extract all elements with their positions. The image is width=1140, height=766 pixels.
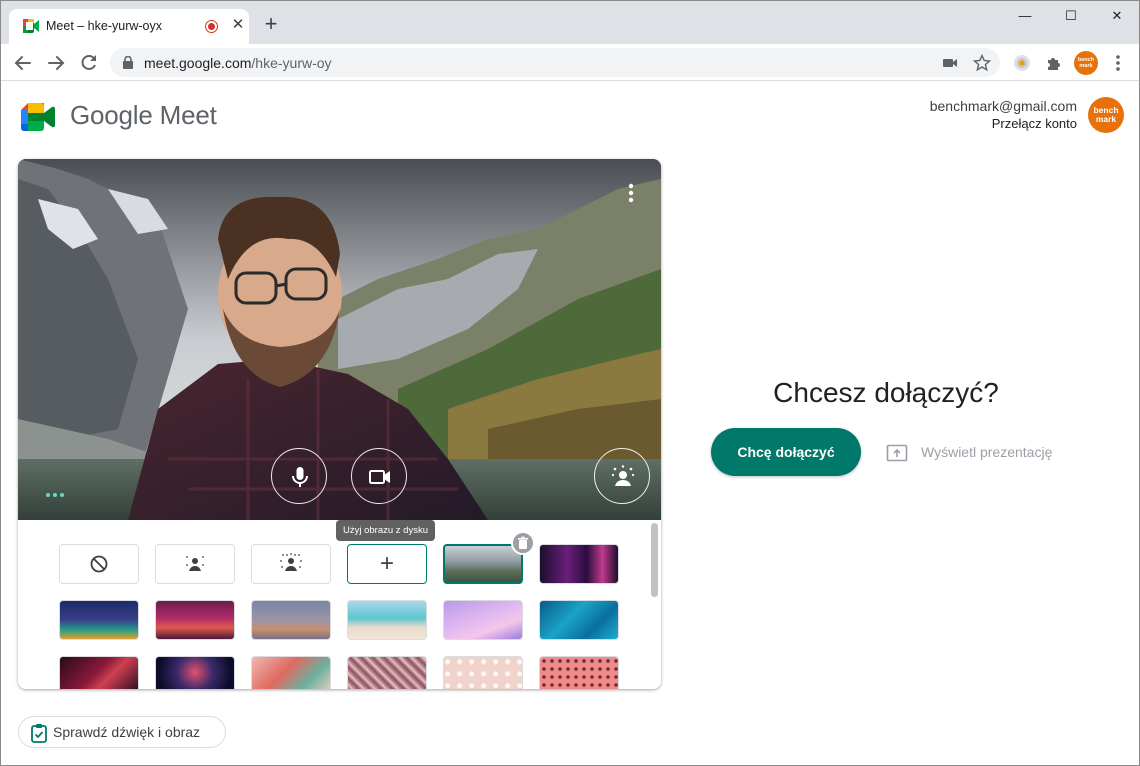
profile-avatar-line2: mark [1079,63,1093,69]
star-icon[interactable] [972,53,992,73]
no-effect-button[interactable] [59,544,139,584]
background-night-lanterns[interactable] [59,600,139,640]
profile-avatar[interactable]: bench mark [1074,51,1098,75]
dots-indicator-icon [46,493,64,497]
camera-icon [369,470,390,484]
add-icon: + [379,550,394,577]
avatar-line2: mark [1095,114,1117,124]
puzzle-icon[interactable] [1042,51,1066,75]
url-text: meet.google.com/hke-yurw-oy [144,55,332,71]
maximize-button[interactable]: ☐ [1048,1,1094,31]
camera-preview [18,159,661,520]
add-image-button[interactable]: + [347,544,427,584]
account-email: benchmark@gmail.com [929,98,1077,114]
join-title: Chcesz dołączyć? [773,377,999,408]
blur-icon [280,553,302,571]
switch-account-link[interactable]: Przełącz konto [930,115,1077,132]
background-effects-icon [611,465,635,486]
menu-kebab-icon[interactable] [1106,51,1130,75]
background-party-lights[interactable] [155,600,235,640]
background-pink-pattern[interactable] [539,656,619,689]
join-button[interactable]: Chcę dołączyć [711,428,861,476]
preview-card: Użyj obrazu z dysku + [18,159,661,689]
background-water-blue[interactable] [539,600,619,640]
check-audio-video-button[interactable]: Sprawdź dźwięk i obraz [18,716,226,748]
block-icon [90,555,108,573]
background-mountain-lake[interactable] [443,544,523,584]
background-blossoms[interactable] [251,656,331,689]
present-icon [886,444,908,462]
more-vert-icon[interactable] [621,181,641,205]
background-neon-room[interactable] [539,544,619,584]
background-pink-dots[interactable] [443,656,523,689]
recording-indicator-icon [205,20,218,33]
slight-blur-button[interactable] [155,544,235,584]
camera-icon[interactable] [940,53,960,73]
camera-toggle-button[interactable] [351,448,407,504]
microphone-button[interactable] [271,448,327,504]
browser-tab[interactable]: Meet – hke-yurw-oyx ✕ [9,9,249,44]
tab-strip: Meet – hke-yurw-oyx ✕ + — ☐ ✕ [1,1,1139,44]
minimize-button[interactable]: — [1002,1,1048,31]
window-close-button[interactable]: ✕ [1094,1,1139,31]
virtual-background-image [18,159,661,520]
tooltip: Użyj obrazu z dysku [336,520,436,541]
account-info: benchmark@gmail.com Przełącz konto [930,98,1077,132]
lock-icon [123,56,133,69]
blur-button[interactable] [251,544,331,584]
address-bar[interactable]: meet.google.com/hke-yurw-oy [110,48,1000,77]
url-host: meet.google.com [144,55,252,71]
background-flowers[interactable] [347,656,427,689]
background-beach[interactable] [347,600,427,640]
microphone-icon [292,467,308,487]
meet-page: Google Meet benchmark@gmail.com Przełącz… [1,82,1139,765]
check-audio-video-label: Sprawdź dźwięk i obraz [53,724,201,740]
tab-close-icon[interactable]: ✕ [229,16,247,34]
trash-icon [518,536,528,549]
meet-favicon-icon [23,19,39,33]
background-effects-button[interactable] [594,448,650,504]
browser-window: Meet – hke-yurw-oyx ✕ + — ☐ ✕ meet.googl… [0,0,1140,766]
new-tab-button[interactable]: + [259,13,283,37]
forward-arrow-icon[interactable] [42,49,70,77]
background-gradient-sunset[interactable] [251,600,331,640]
background-fireworks[interactable] [155,656,235,689]
delete-background-button[interactable] [511,531,535,555]
scrollbar[interactable] [651,523,658,597]
google-meet-logo-icon [21,103,55,131]
background-picker: Użyj obrazu z dysku + [18,520,661,689]
reload-icon[interactable] [75,49,103,77]
clipboard-check-icon [31,724,47,743]
browser-toolbar: meet.google.com/hke-yurw-oy bench mark [1,44,1139,81]
back-arrow-icon[interactable] [9,49,37,77]
present-label: Wyświetl prezentację [921,444,1053,460]
background-clouds-pink[interactable] [443,600,523,640]
app-title: Google Meet [70,100,217,130]
background-nebula[interactable] [59,656,139,689]
url-path: /hke-yurw-oy [251,55,332,71]
account-avatar[interactable]: bench mark [1088,97,1124,133]
extension-icon[interactable] [1010,51,1034,75]
tab-title: Meet – hke-yurw-oyx [46,19,163,33]
slight-blur-icon [186,556,204,571]
